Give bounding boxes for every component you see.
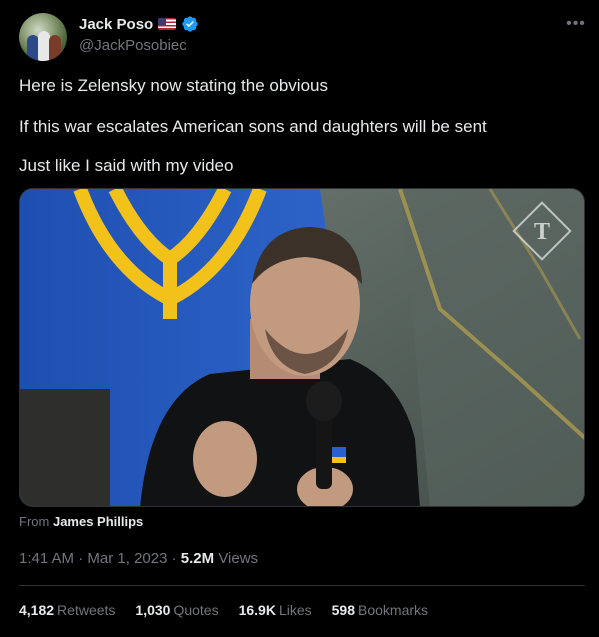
tweet-meta: 1:41 AM · Mar 1, 2023 · 5.2M Views — [19, 550, 258, 567]
stat-label: Quotes — [173, 602, 219, 618]
media-from-name[interactable]: James Phillips — [53, 514, 143, 529]
stat-likes[interactable]: 16.9K Likes — [239, 602, 312, 618]
tweet-detail: Jack Poso @JackPosobiec ••• Here is Zele… — [0, 0, 599, 637]
stat-label: Likes — [278, 602, 312, 618]
divider — [19, 585, 585, 586]
stat-count: 1,030 — [135, 602, 171, 618]
author-handle[interactable]: @JackPosobiec — [79, 37, 187, 54]
media-from-prefix: From — [19, 514, 50, 529]
tweet-text-line-3: Just like I said with my video — [19, 156, 234, 175]
stat-count: 4,182 — [19, 602, 55, 618]
telegraph-logo-icon: T — [534, 219, 550, 245]
us-flag-icon — [158, 18, 177, 30]
author-display-name[interactable]: Jack Poso — [79, 16, 153, 33]
stat-retweets[interactable]: 4,182 Retweets — [19, 602, 115, 618]
stat-quotes[interactable]: 1,030 Quotes — [135, 602, 218, 618]
tweet-date[interactable]: Mar 1, 2023 — [87, 550, 167, 567]
author-name-row[interactable]: Jack Poso — [79, 15, 199, 33]
stat-label: Bookmarks — [358, 602, 429, 618]
views-label: Views — [218, 550, 259, 567]
stat-count: 598 — [331, 602, 355, 618]
video-player[interactable]: T — [19, 188, 585, 507]
stat-bookmarks[interactable]: 598 Bookmarks — [332, 602, 428, 618]
engagement-stats: 4,182 Retweets 1,030 Quotes 16.9K Likes 598… — [19, 602, 428, 618]
more-options-icon[interactable]: ••• — [566, 14, 586, 34]
avatar[interactable] — [19, 13, 67, 61]
stat-count: 16.9K — [238, 602, 276, 618]
meta-separator: · — [78, 550, 84, 567]
tweet-time[interactable]: 1:41 AM — [19, 550, 74, 567]
tweet-text-line-1: Here is Zelensky now stating the obvious — [19, 76, 328, 95]
verified-badge-icon[interactable] — [181, 15, 199, 33]
video-frame: T — [20, 189, 584, 506]
views-count: 5.2M — [180, 550, 215, 567]
media-attribution: From James Phillips — [19, 514, 143, 529]
tweet-text-line-2: If this war escalates American sons and … — [19, 117, 487, 136]
meta-separator-2: · — [171, 550, 177, 567]
stat-label: Retweets — [57, 602, 116, 618]
